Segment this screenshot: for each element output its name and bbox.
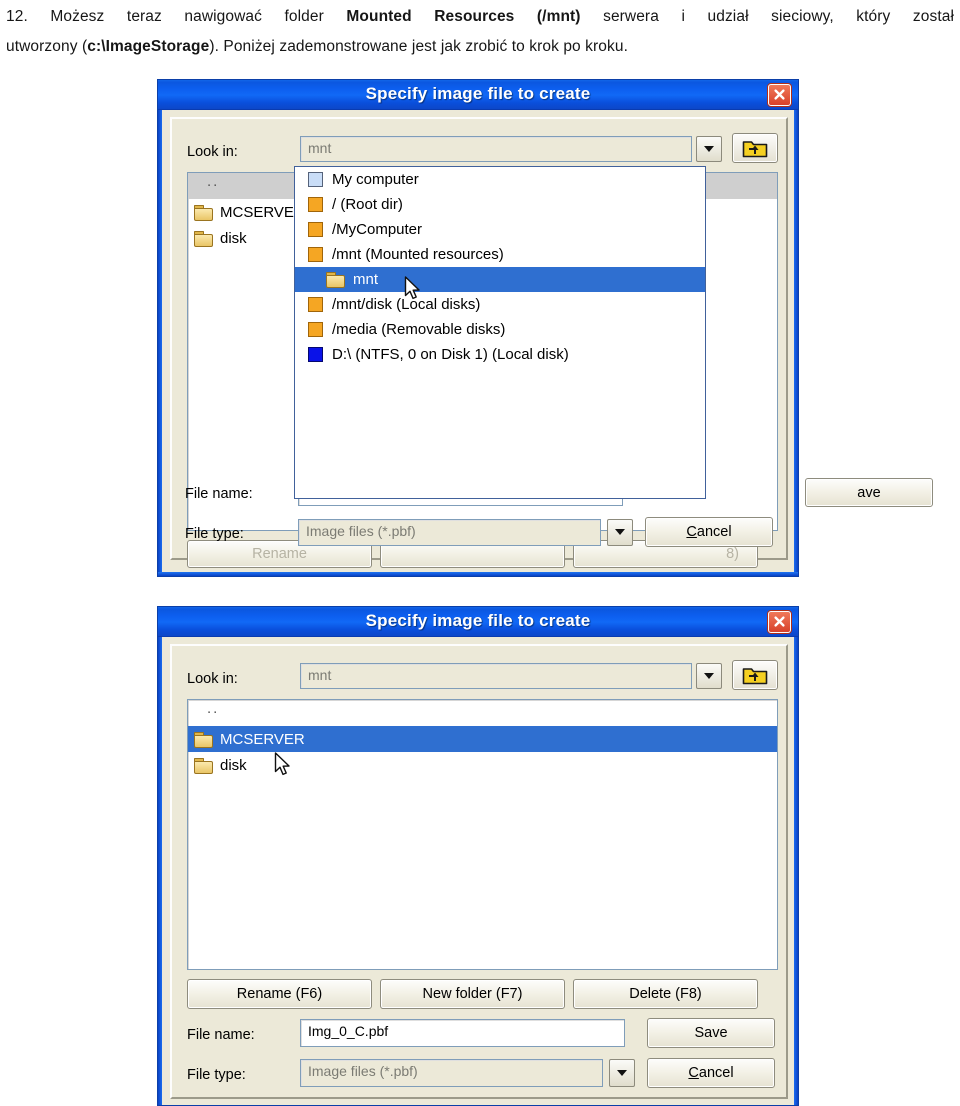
dialog-2-title: Specify image file to create [365,611,591,630]
dropdown-item-mnt-disk[interactable]: /mnt/disk (Local disks) [295,292,705,317]
close-icon[interactable] [768,611,791,633]
dialog-2-titlebar[interactable]: Specify image file to create [158,607,798,637]
computer-icon [308,172,323,187]
go-up-folder-button[interactable] [732,133,778,163]
file-name-label-1: File name: [185,486,253,502]
folder-icon [194,757,213,774]
dropdown-item-mnt-child[interactable]: mnt [295,267,705,292]
dropdown-item-root-dir[interactable]: / (Root dir) [295,192,705,217]
folder-up-icon [742,141,768,158]
dialog-1-title: Specify image file to create [365,84,591,103]
file-name-input-2[interactable]: Img_0_C.pbf [300,1019,625,1047]
chevron-down-icon [704,673,714,679]
intro-line2-part-c: ). Poniżej zademonstrowane jest jak zrob… [209,38,628,55]
folder-icon [194,204,213,221]
file-type-dropdown-arrow-2[interactable] [609,1059,635,1087]
folder-icon [326,272,345,288]
cancel-button-1[interactable]: Cancel [645,517,773,547]
file-type-field-1[interactable]: Image files (*.pbf) [298,519,601,546]
rename-button-2[interactable]: Rename (F6) [187,979,372,1009]
folder-icon [194,731,213,748]
file-type-dropdown-arrow-1[interactable] [607,519,633,546]
new-folder-button-2[interactable]: New folder (F7) [380,979,565,1009]
dropdown-item-d-drive[interactable]: D:\ (NTFS, 0 on Disk 1) (Local disk) [295,342,705,367]
cancel-accel-1: C [686,524,697,540]
dropdown-item-my-computer[interactable]: My computer [295,167,705,192]
file-type-label-2: File type: [187,1067,246,1083]
window-border-left [158,80,162,576]
cancel-accel-2: C [688,1065,699,1081]
delete-button-2[interactable]: Delete (F8) [573,979,758,1009]
window-border-right [794,607,798,1105]
orange-box-icon [308,247,323,262]
dialog-1-titlebar[interactable]: Specify image file to create [158,80,798,110]
file-type-label-1: File type: [185,526,244,542]
window-border-right [794,80,798,576]
look-in-dropdown-arrow[interactable] [696,136,722,162]
dropdown-item-mycomputer[interactable]: /MyComputer [295,217,705,242]
save-button-1[interactable]: ave [805,478,933,507]
dropdown-item-label: /mnt/disk (Local disks) [332,296,481,313]
intro-line-2: utworzony (c:\ImageStorage). Poniżej zad… [6,32,954,62]
dropdown-item-label: /MyComputer [332,221,423,238]
dropdown-item-media[interactable]: /media (Removable disks) [295,317,705,342]
dialog-2-content-panel: Look in: mnt .. MCSERVER disk Rename (F6… [170,644,788,1099]
dropdown-item-mnt[interactable]: /mnt (Mounted resources) [295,242,705,267]
list-item[interactable]: disk [188,752,777,778]
window-border-left [158,607,162,1105]
dropdown-item-label: D:\ (NTFS, 0 on Disk 1) (Local disk) [332,346,569,363]
folder-up-icon [742,668,768,685]
close-icon[interactable] [768,84,791,106]
file-list-2-item-1-label: MCSERVER [220,730,305,748]
look-in-field-2[interactable]: mnt [300,663,692,689]
look-in-field[interactable]: mnt [300,136,692,162]
blue-box-icon [308,347,323,362]
dropdown-item-label: /media (Removable disks) [332,321,506,338]
dropdown-item-label: /mnt (Mounted resources) [332,246,504,263]
dropdown-item-label: My computer [332,171,419,188]
file-type-field-2[interactable]: Image files (*.pbf) [300,1059,603,1087]
dropdown-item-label: / (Root dir) [332,196,403,213]
folder-icon [194,230,213,247]
window-border-bottom [158,572,798,576]
file-list-1-item-0-label: .. [207,172,220,190]
chevron-down-icon [617,1070,627,1076]
chevron-down-icon [615,529,625,535]
list-item[interactable]: MCSERVER [188,726,777,752]
orange-box-icon [308,222,323,237]
file-list-2-item-2-label: disk [220,756,247,774]
intro-line1-part-a: 12. Możesz teraz nawigować folder [6,8,347,25]
dropdown-item-label: mnt [353,271,379,288]
look-in-dropdown-list[interactable]: My computer / (Root dir) /MyComputer /mn… [294,166,706,499]
intro-imagestorage-bold: c:\ImageStorage [87,38,210,55]
cancel-rest-2: ancel [698,1065,734,1081]
intro-line1-part-c: serwera i udział sieciowy, który został [580,8,955,25]
specify-image-file-dialog-1[interactable]: Specify image file to create Look in: mn… [157,79,933,577]
go-up-folder-button-2[interactable] [732,660,778,690]
save-button-2[interactable]: Save [647,1018,775,1048]
file-list-2-item-0-label: .. [207,699,220,717]
intro-line-1: 12. Możesz teraz nawigować folder Mounte… [6,2,954,32]
orange-box-icon [308,322,323,337]
cancel-button-2[interactable]: Cancel [647,1058,775,1088]
orange-box-icon [308,297,323,312]
list-item[interactable]: .. [188,700,777,726]
intro-paragraph: 12. Możesz teraz nawigować folder Mounte… [6,2,954,62]
orange-box-icon [308,197,323,212]
chevron-down-icon [704,146,714,152]
look-in-label: Look in: [187,144,238,160]
file-list-1-item-2-label: disk [220,229,247,247]
cancel-rest-1: ancel [696,524,732,540]
specify-image-file-dialog-2[interactable]: Specify image file to create Look in: mn… [157,606,799,1106]
intro-line2-part-a: utworzony ( [6,38,88,55]
file-list-2[interactable]: .. MCSERVER disk [187,699,778,970]
look-in-label-2: Look in: [187,671,238,687]
file-list-1-item-1-label: MCSERVER [220,203,305,221]
file-name-label-2: File name: [187,1027,255,1043]
intro-mounted-resources-bold: Mounted Resources (/mnt) [346,8,581,25]
look-in-dropdown-arrow-2[interactable] [696,663,722,689]
